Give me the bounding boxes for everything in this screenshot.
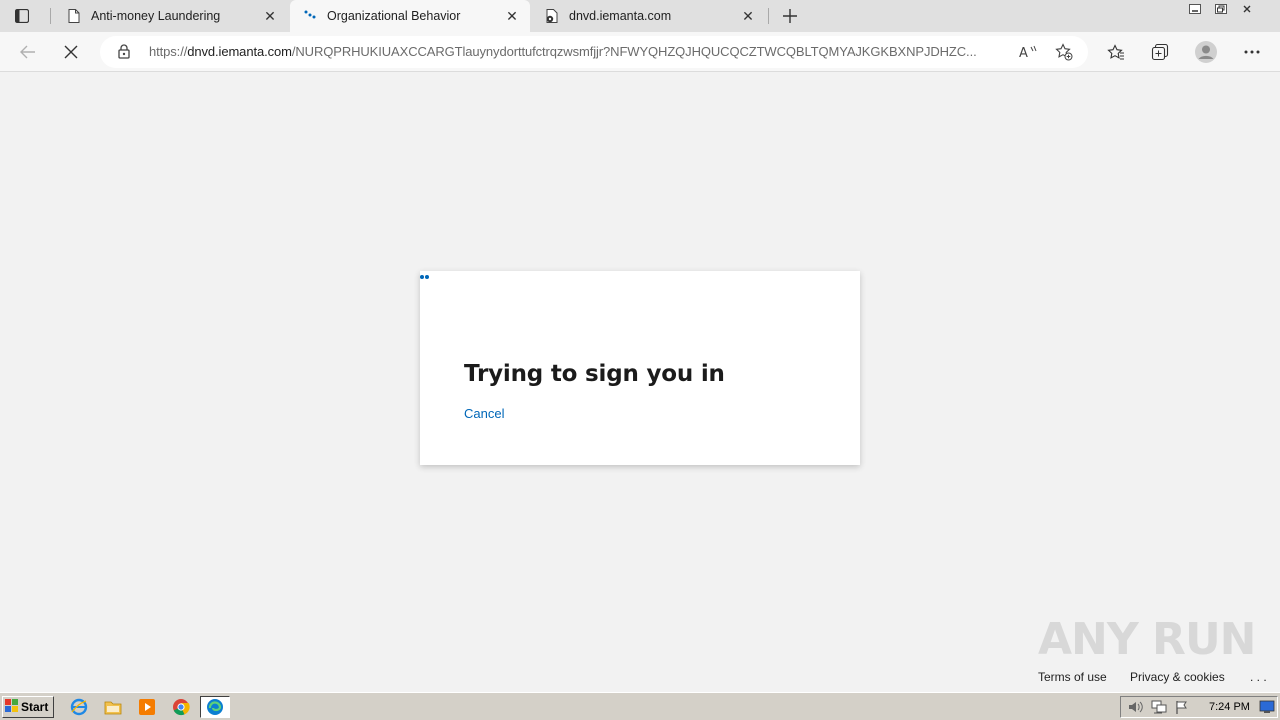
tab-anti-money-laundering[interactable]: Anti-money Laundering ✕	[54, 0, 288, 32]
action-center-flag-icon[interactable]	[1175, 700, 1189, 719]
edge-icon[interactable]	[200, 696, 230, 718]
tab-strip: Anti-money Laundering ✕ Organizational B…	[0, 0, 1280, 32]
start-button[interactable]: Start	[2, 696, 54, 718]
url-host: dnvd.iemanta.com	[187, 44, 292, 59]
sign-in-card: Trying to sign you in Cancel	[420, 271, 860, 465]
svg-text:A: A	[1019, 46, 1028, 60]
add-favorite-icon[interactable]	[1055, 43, 1073, 66]
loading-dots-icon	[302, 8, 318, 24]
window-controls	[1182, 0, 1260, 18]
show-desktop-icon[interactable]	[1259, 700, 1275, 719]
internet-explorer-icon[interactable]	[68, 697, 90, 717]
favorites-icon[interactable]	[1102, 38, 1130, 66]
tab-actions-icon[interactable]	[12, 7, 32, 25]
new-tab-button[interactable]	[778, 4, 802, 28]
url-text[interactable]: https://dnvd.iemanta.com/NURQPRHUKIUAXCC…	[149, 44, 1009, 59]
windows-logo-icon	[5, 699, 19, 715]
more-options-link[interactable]: . . .	[1250, 670, 1267, 684]
browser-toolbar: https://dnvd.iemanta.com/NURQPRHUKIUAXCC…	[0, 32, 1280, 72]
url-protocol: https://	[149, 44, 188, 59]
address-bar[interactable]: https://dnvd.iemanta.com/NURQPRHUKIUAXCC…	[100, 36, 1088, 68]
stop-loading-icon[interactable]	[57, 38, 85, 66]
tab-title: dnvd.iemanta.com	[569, 9, 672, 23]
tab-title: Organizational Behavior	[327, 9, 461, 23]
lock-icon[interactable]	[118, 44, 130, 64]
page-title: Trying to sign you in	[464, 361, 725, 387]
privacy-link[interactable]: Privacy & cookies	[1130, 670, 1225, 684]
url-path: /NURQPRHUKIUAXCCARGTlauynydorttufctrqzws…	[291, 44, 977, 59]
close-tab-icon[interactable]: ✕	[260, 6, 280, 26]
progress-dots-icon	[420, 275, 429, 279]
page-settings-icon	[544, 8, 560, 24]
minimize-icon[interactable]	[1182, 0, 1208, 18]
close-tab-icon[interactable]: ✕	[502, 6, 522, 26]
start-label: Start	[21, 700, 49, 714]
close-window-icon[interactable]	[1234, 0, 1260, 18]
read-aloud-icon[interactable]: A	[1019, 44, 1037, 65]
tab-title: Anti-money Laundering	[91, 9, 221, 23]
folder-icon[interactable]	[102, 697, 124, 717]
tab-separator	[50, 8, 51, 24]
taskbar: Start 7:24 PM	[0, 692, 1280, 720]
page-content: Trying to sign you in Cancel ANY RUN Ter…	[0, 72, 1280, 692]
tab-dnvd-iemanta[interactable]: dnvd.iemanta.com ✕	[532, 0, 766, 32]
tab-separator	[768, 8, 769, 24]
system-tray: 7:24 PM	[1120, 696, 1278, 718]
cancel-link[interactable]: Cancel	[464, 406, 504, 421]
document-icon	[66, 8, 82, 24]
tab-organizational-behavior[interactable]: Organizational Behavior ✕	[290, 0, 530, 32]
watermark-logo: ANY RUN	[1038, 614, 1256, 665]
back-icon[interactable]	[14, 38, 42, 66]
volume-icon[interactable]	[1127, 700, 1143, 719]
chrome-icon[interactable]	[170, 697, 192, 717]
media-player-icon[interactable]	[136, 697, 158, 717]
profile-avatar[interactable]	[1192, 38, 1220, 66]
clock: 7:24 PM	[1209, 701, 1250, 713]
collections-icon[interactable]	[1146, 38, 1174, 66]
terms-link[interactable]: Terms of use	[1038, 670, 1107, 684]
restore-icon[interactable]	[1208, 0, 1234, 18]
more-icon[interactable]	[1238, 38, 1266, 66]
close-tab-icon[interactable]: ✕	[738, 6, 758, 26]
network-icon[interactable]	[1151, 700, 1167, 719]
